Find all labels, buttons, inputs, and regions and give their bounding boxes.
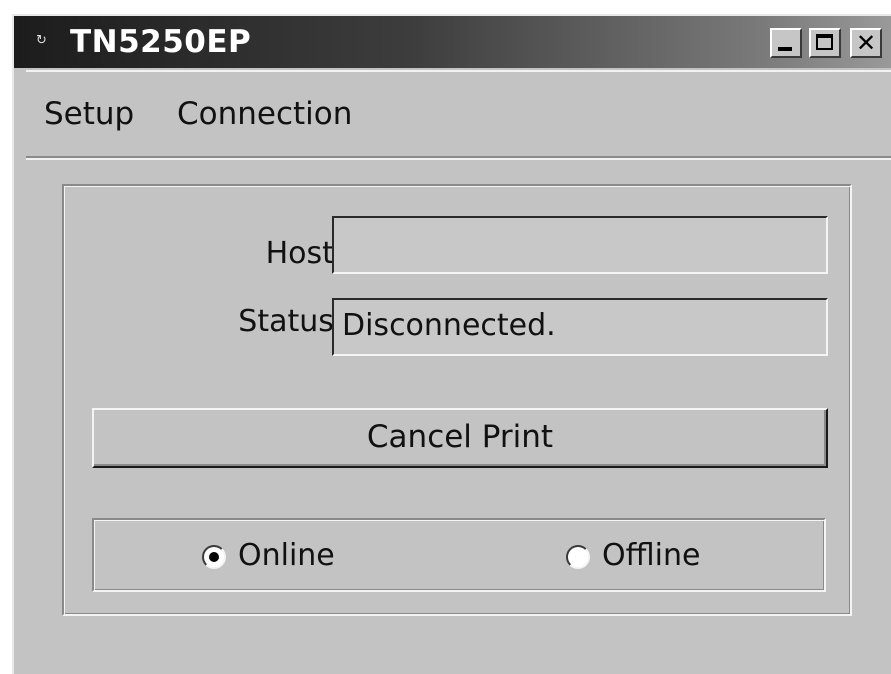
minimize-icon <box>778 47 792 51</box>
close-button[interactable]: ✕ <box>850 28 882 58</box>
menu-bar: Setup Connection <box>26 70 891 158</box>
minimize-button[interactable] <box>770 28 802 58</box>
radio-unselected-icon <box>566 545 590 569</box>
main-panel: Host: Status: Disconnected. Cancel Print… <box>62 184 852 616</box>
menu-separator <box>26 156 891 158</box>
offline-radio-label: Offline <box>602 538 701 573</box>
menu-connection[interactable]: Connection <box>177 94 352 134</box>
app-window: ↻ TN5250EP ✕ Setup Connection Host: Stat… <box>12 14 891 674</box>
status-label: Status: <box>238 304 344 339</box>
title-bar[interactable]: ↻ TN5250EP ✕ <box>14 16 891 68</box>
window-title: TN5250EP <box>70 24 252 60</box>
radio-dot-icon <box>209 552 219 562</box>
cancel-print-button[interactable]: Cancel Print <box>92 408 828 468</box>
online-radio-label: Online <box>238 538 335 573</box>
maximize-icon <box>816 34 833 50</box>
radio-selected-icon <box>202 545 226 569</box>
status-field: Disconnected. <box>332 298 828 356</box>
host-field[interactable] <box>332 216 828 274</box>
mode-radio-group: Online Offline <box>92 518 826 592</box>
maximize-button[interactable] <box>809 28 841 58</box>
system-menu-icon[interactable]: ↻ <box>36 34 47 48</box>
menu-setup[interactable]: Setup <box>44 94 134 134</box>
close-icon: ✕ <box>855 29 877 57</box>
host-label: Host: <box>265 236 344 271</box>
